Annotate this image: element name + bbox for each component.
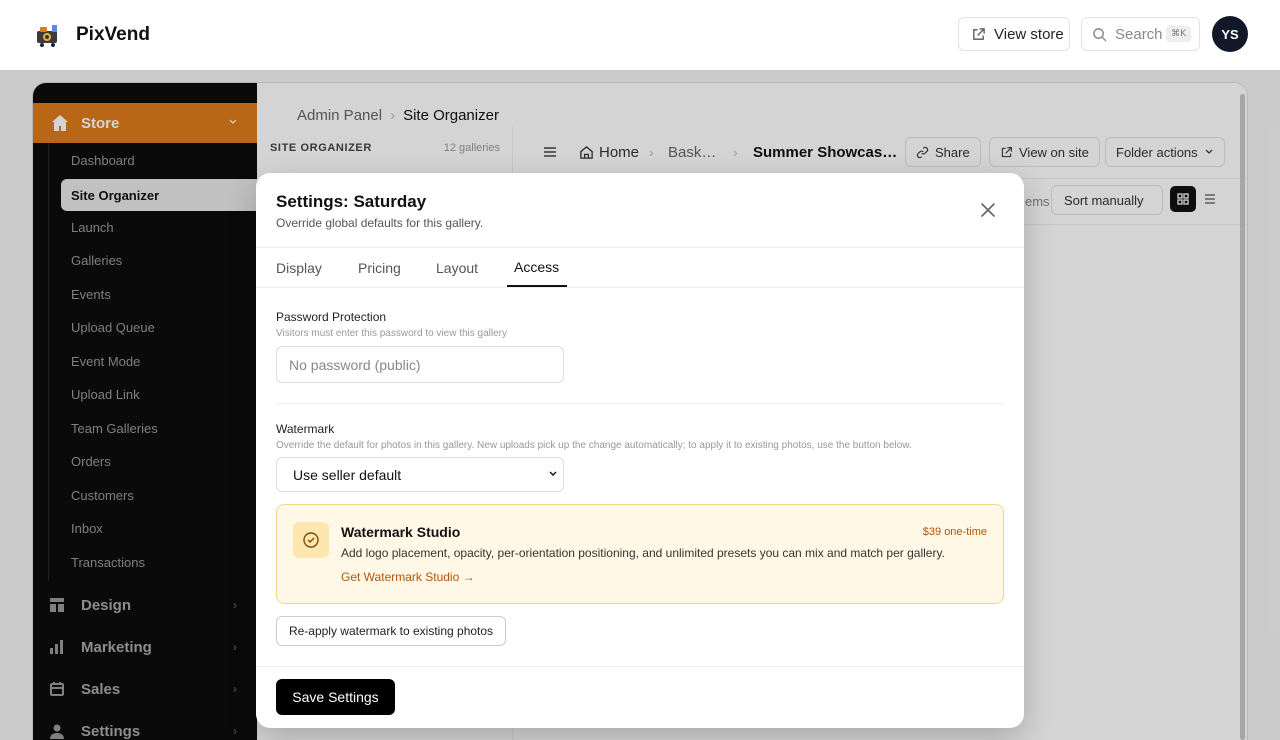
watermark-help: Override the default for photos in this … (276, 440, 912, 451)
external-edit-icon (973, 27, 985, 40)
reapply-watermark-button[interactable]: Re-apply watermark to existing photos (276, 616, 506, 646)
modal-title: Settings: Saturday (276, 192, 427, 211)
search-input[interactable]: Search ⌘K (1081, 17, 1200, 51)
search-placeholder: Search (1115, 25, 1163, 43)
tab-display[interactable]: Display (276, 260, 322, 276)
password-field[interactable] (276, 346, 564, 383)
promo-title: Watermark Studio (341, 524, 461, 540)
divider (256, 247, 1024, 248)
promo-description: Add logo placement, opacity, per-orienta… (341, 546, 945, 560)
get-watermark-studio-link[interactable]: Get Watermark Studio → (341, 570, 475, 584)
avatar[interactable]: YS (1212, 16, 1248, 52)
shortcut-badge: ⌘K (1166, 26, 1191, 42)
logo-icon[interactable] (34, 22, 62, 48)
password-help: Visitors must enter this password to vie… (276, 328, 508, 339)
modal-subtitle: Override global defaults for this galler… (276, 216, 484, 230)
divider (256, 666, 1024, 667)
close-icon[interactable] (979, 201, 997, 219)
tab-access[interactable]: Access (514, 259, 559, 275)
promo-price: $39 one-time (922, 526, 987, 538)
watermark-select[interactable]: Use seller default (276, 457, 564, 492)
save-settings-button[interactable]: Save Settings (276, 679, 395, 715)
search-icon (1093, 27, 1107, 42)
divider (256, 287, 1024, 288)
watermark-studio-promo: Watermark Studio $39 one-time Add logo p… (276, 504, 1004, 604)
watermark-select-value: Use seller default (293, 466, 402, 483)
chevron-down-icon (549, 471, 557, 476)
top-bar: PixVend View store Search ⌘K YS (0, 0, 1280, 70)
view-store-button[interactable]: View store (958, 17, 1070, 51)
settings-modal: Settings: Saturday Override global defau… (256, 173, 1024, 728)
brand-name[interactable]: PixVend (76, 24, 150, 46)
watermark-label: Watermark (276, 422, 335, 436)
check-circle-icon (293, 522, 329, 558)
tab-layout[interactable]: Layout (436, 260, 478, 276)
tab-pricing[interactable]: Pricing (358, 260, 401, 276)
view-store-label: View store (994, 25, 1064, 43)
divider (276, 403, 1004, 404)
password-label: Password Protection (276, 310, 387, 324)
